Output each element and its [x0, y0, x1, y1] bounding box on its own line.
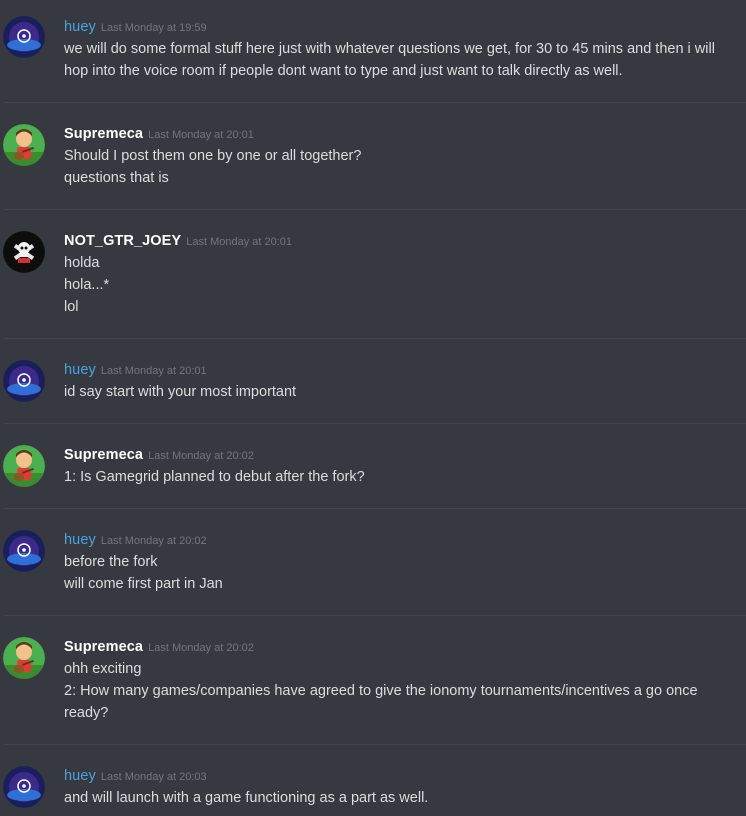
- planet-icon: [3, 530, 45, 572]
- timestamp: Last Monday at 20:02: [100, 535, 207, 547]
- avatar[interactable]: [3, 530, 45, 572]
- timestamp: Last Monday at 20:02: [148, 450, 254, 462]
- divider: [4, 508, 746, 509]
- planet-icon: [3, 766, 45, 808]
- avatar[interactable]: [3, 124, 45, 166]
- author-name[interactable]: Supremeca: [64, 639, 143, 655]
- timestamp: Last Monday at 20:01: [186, 236, 293, 248]
- author-name[interactable]: Supremeca: [64, 126, 143, 142]
- skull-crossbones-icon: [3, 231, 45, 273]
- divider: [4, 338, 746, 339]
- message-text: Should I post them one by one or all tog…: [64, 148, 362, 164]
- message-text: holda: [64, 255, 100, 271]
- planet-icon: [3, 16, 45, 58]
- timestamp: Last Monday at 20:01: [100, 365, 207, 377]
- divider: [4, 423, 746, 424]
- message-text: questions that is: [64, 170, 169, 186]
- planet-icon: [3, 360, 45, 402]
- message-text: ohh exciting: [64, 661, 142, 677]
- avatar[interactable]: [3, 360, 45, 402]
- divider: [4, 615, 746, 616]
- message-text: 1: Is Gamegrid planned to debut after th…: [64, 469, 365, 485]
- avatar[interactable]: [3, 16, 45, 58]
- message-text: lol: [64, 299, 79, 315]
- message-text: and will launch with a game functioning …: [64, 790, 429, 806]
- divider: [4, 102, 746, 103]
- cartoon-guitarist-icon: [3, 124, 45, 166]
- avatar[interactable]: [3, 231, 45, 273]
- divider: [4, 744, 746, 745]
- author-name[interactable]: NOT_GTR_JOEY: [64, 233, 181, 249]
- message-text: id say start with your most important: [64, 384, 297, 400]
- message-text: 2: How many games/companies have agreed …: [64, 683, 698, 721]
- author-name[interactable]: huey: [64, 19, 96, 35]
- avatar[interactable]: [3, 766, 45, 808]
- message-text: hola...*: [64, 277, 110, 293]
- author-name[interactable]: huey: [64, 362, 96, 378]
- author-name[interactable]: huey: [64, 532, 96, 548]
- author-name[interactable]: huey: [64, 768, 96, 784]
- message-text: will come first part in Jan: [64, 576, 223, 592]
- timestamp: Last Monday at 19:59: [100, 22, 207, 34]
- divider: [4, 209, 746, 210]
- message-text: before the fork: [64, 554, 158, 570]
- avatar[interactable]: [3, 445, 45, 487]
- timestamp: Last Monday at 20:02: [148, 642, 254, 654]
- message-text: we will do some formal stuff here just w…: [64, 41, 715, 79]
- cartoon-guitarist-icon: [3, 637, 45, 679]
- avatar[interactable]: [3, 637, 45, 679]
- timestamp: Last Monday at 20:01: [148, 129, 254, 141]
- timestamp: Last Monday at 20:03: [100, 771, 207, 783]
- chat-log: huey Last Monday at 19:59 we will do some…: [0, 0, 746, 816]
- cartoon-guitarist-icon: [3, 445, 45, 487]
- author-name[interactable]: Supremeca: [64, 447, 143, 463]
